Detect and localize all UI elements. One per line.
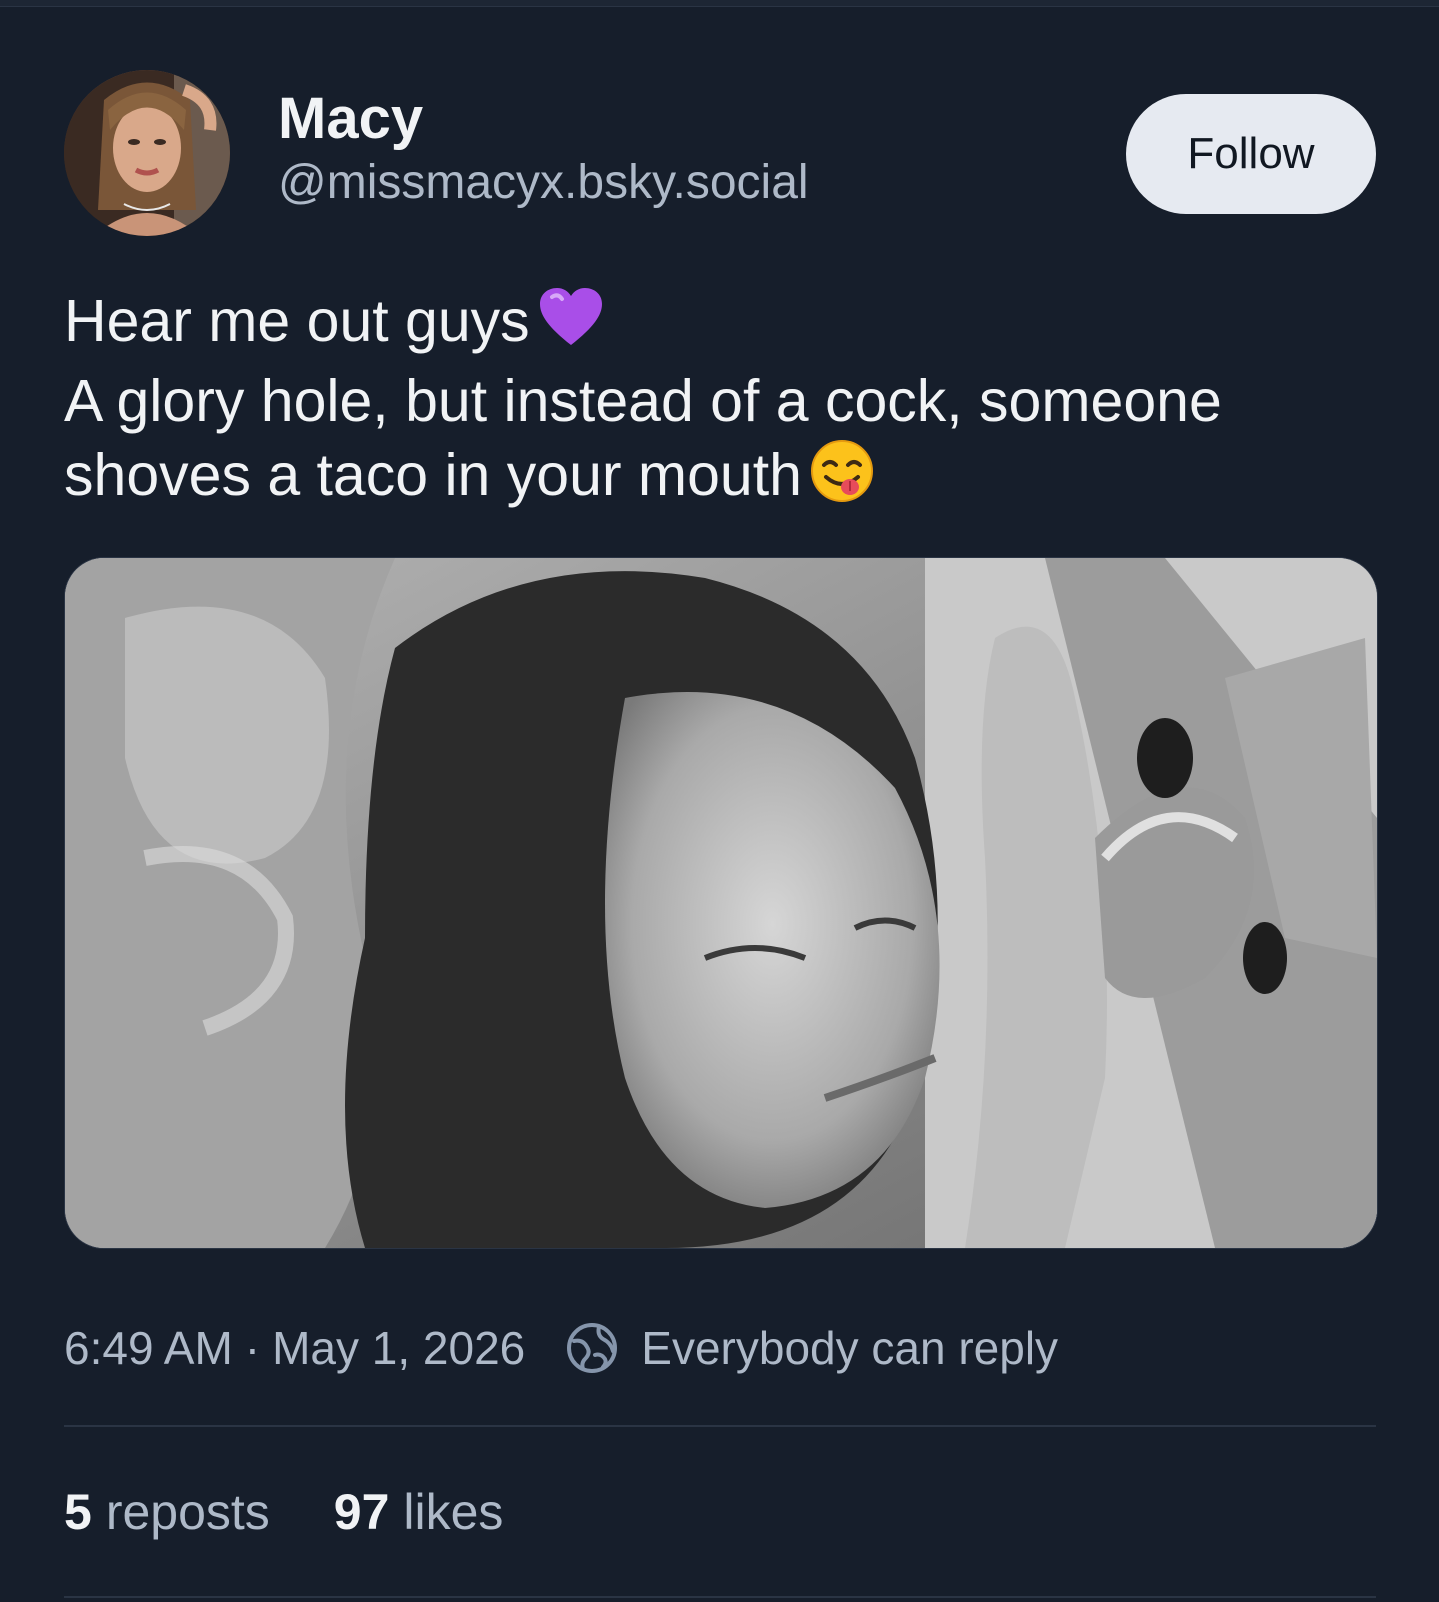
purple-heart-icon [538,287,604,364]
likes-count: 97 [333,1484,390,1540]
post-header: Macy @missmacyx.bsky.social Follow [64,70,1376,240]
post-meta: 6:49 AM · May 1, 2026 Everybody can repl… [64,1316,1058,1380]
meta-separator: · [244,1322,261,1374]
stats-divider-bottom [64,1596,1376,1598]
reply-setting[interactable]: Everybody can reply [641,1321,1058,1375]
post-text-line-3-text: shoves a taco in your mouth [64,441,802,508]
likes-label: likes [403,1484,504,1540]
post-image[interactable] [64,557,1378,1249]
author-names: Macy @missmacyx.bsky.social [278,86,809,214]
avatar-photo [64,70,230,236]
author-display-name[interactable]: Macy [278,86,809,152]
post-date[interactable]: May 1, 2026 [272,1321,525,1375]
author-handle[interactable]: @missmacyx.bsky.social [278,152,809,214]
top-divider [0,0,1439,7]
stats-divider-top [64,1425,1376,1427]
face-savoring-food-icon [810,439,874,520]
post-text-line-3: shoves a taco in your mouth [64,438,1384,520]
follow-button[interactable]: Follow [1126,94,1376,214]
post-text: Hear me out guys A glory hole, but inste… [64,284,1384,520]
post-text-line-1-text: Hear me out guys [64,288,530,354]
likes-stat[interactable]: 97 likes [334,1480,504,1544]
reposts-stat[interactable]: 5 reposts [64,1480,270,1544]
post-stats: 5 reposts 97 likes [64,1480,567,1544]
attached-photo [65,558,1377,1248]
reposts-label: reposts [105,1484,270,1540]
reposts-count: 5 [64,1484,92,1540]
author-avatar[interactable] [64,70,230,236]
globe-icon [565,1321,619,1375]
post-time[interactable]: 6:49 AM [64,1321,233,1375]
post-text-line-1: Hear me out guys [64,284,1384,364]
post-text-line-2: A glory hole, but instead of a cock, som… [64,367,1222,434]
